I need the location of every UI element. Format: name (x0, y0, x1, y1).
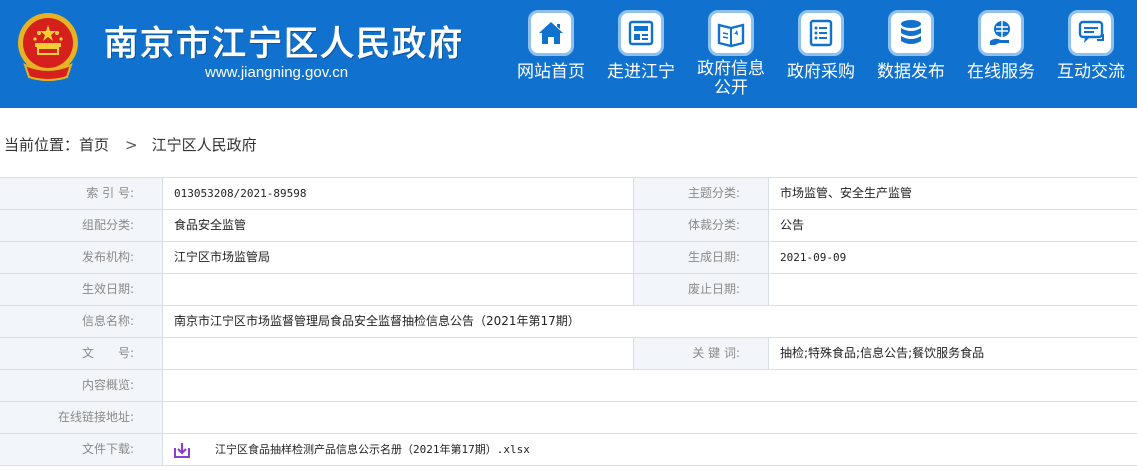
topic-label: 主题分类: (634, 178, 769, 209)
nav-item-procurement[interactable]: 政府采购 (776, 10, 866, 102)
overview-label: 内容概览: (0, 370, 163, 401)
table-row: 文 号: 关 键 词: 抽检;特殊食品;信息公告;餐饮服务食品 (0, 338, 1137, 370)
effective-date-label: 生效日期: (0, 274, 163, 305)
publisher-label: 发布机构: (0, 242, 163, 273)
download-label: 文件下载: (0, 434, 163, 465)
online-link-label: 在线链接地址: (0, 402, 163, 433)
table-row: 文件下载: 江宁区食品抽样检测产品信息公示名册（2021年第17期）.xlsx (0, 434, 1137, 466)
info-metadata-table: 索 引 号: 013053208/2021-89598 主题分类: 市场监管、安… (0, 177, 1137, 466)
nav-label: 走进江宁 (607, 62, 675, 82)
nav-item-interaction[interactable]: 互动交流 (1046, 10, 1136, 102)
keywords-value: 抽检;特殊食品;信息公告;餐饮服务食品 (769, 338, 1137, 369)
open-book-icon (708, 10, 754, 56)
chat-bubbles-icon (1068, 10, 1114, 56)
table-row: 在线链接地址: (0, 402, 1137, 434)
globe-hand-icon (978, 10, 1024, 56)
repeal-date-value (769, 274, 1137, 305)
repeal-date-label: 废止日期: (634, 274, 769, 305)
breadcrumb-prefix: 当前位置： (4, 136, 80, 154)
newspaper-icon (618, 10, 664, 56)
breadcrumb-separator: > (125, 136, 138, 154)
nav-label: 互动交流 (1057, 62, 1125, 82)
created-date-value: 2021-09-09 (769, 242, 1137, 273)
breadcrumb: 当前位置：首页 > 江宁区人民政府 (4, 134, 257, 155)
online-link-value[interactable] (163, 402, 1137, 433)
database-icon (888, 10, 934, 56)
created-date-label: 生成日期: (634, 242, 769, 273)
table-row: 信息名称: 南京市江宁区市场监督管理局食品安全监督抽检信息公告（2021年第17… (0, 306, 1137, 338)
nav-label: 政府采购 (787, 62, 855, 82)
nav-item-home[interactable]: 网站首页 (506, 10, 596, 102)
site-title[interactable]: 南京市江宁区人民政府 (104, 16, 464, 65)
org-category-value: 食品安全监管 (163, 210, 634, 241)
topic-value: 市场监管、安全生产监管 (769, 178, 1137, 209)
download-cell: 江宁区食品抽样检测产品信息公示名册（2021年第17期）.xlsx (163, 434, 1137, 465)
publisher-value: 江宁区市场监管局 (163, 242, 634, 273)
nav-item-data[interactable]: 数据发布 (866, 10, 956, 102)
effective-date-value (163, 274, 634, 305)
genre-value: 公告 (769, 210, 1137, 241)
table-row: 组配分类: 食品安全监管 体裁分类: 公告 (0, 210, 1137, 242)
genre-label: 体裁分类: (634, 210, 769, 241)
nav-label: 在线服务 (967, 62, 1035, 82)
index-no-value: 013053208/2021-89598 (163, 178, 634, 209)
nav-item-about[interactable]: 走进江宁 (596, 10, 686, 102)
nav-label: 政府信息公开 (697, 59, 765, 98)
breadcrumb-home-link[interactable]: 首页 (79, 134, 109, 155)
index-no-label: 索 引 号: (0, 178, 163, 209)
nav-item-gov-info[interactable]: 政府信息公开 (686, 10, 776, 102)
breadcrumb-current-link[interactable]: 江宁区人民政府 (152, 134, 257, 155)
nav-label: 数据发布 (877, 62, 945, 82)
table-row: 发布机构: 江宁区市场监管局 生成日期: 2021-09-09 (0, 242, 1137, 274)
org-category-label: 组配分类: (0, 210, 163, 241)
site-url[interactable]: www.jiangning.gov.cn (205, 64, 348, 81)
doc-number-label: 文 号: (0, 338, 163, 369)
list-icon (798, 10, 844, 56)
table-row: 内容概览: (0, 370, 1137, 402)
info-name-value: 南京市江宁区市场监督管理局食品安全监督抽检信息公告（2021年第17期） (163, 306, 1137, 337)
keywords-label: 关 键 词: (634, 338, 769, 369)
doc-number-value (163, 338, 634, 369)
download-icon[interactable] (174, 442, 190, 458)
national-emblem-icon (18, 13, 78, 81)
overview-value (163, 370, 1137, 401)
info-name-label: 信息名称: (0, 306, 163, 337)
site-header: 南京市江宁区人民政府 www.jiangning.gov.cn 网站首页 走进江… (0, 0, 1137, 108)
table-row: 生效日期: 废止日期: (0, 274, 1137, 306)
nav-item-online-service[interactable]: 在线服务 (956, 10, 1046, 102)
house-icon (528, 10, 574, 56)
nav-label: 网站首页 (517, 62, 585, 82)
download-file-link[interactable]: 江宁区食品抽样检测产品信息公示名册（2021年第17期）.xlsx (215, 434, 530, 465)
table-row: 索 引 号: 013053208/2021-89598 主题分类: 市场监管、安… (0, 178, 1137, 210)
